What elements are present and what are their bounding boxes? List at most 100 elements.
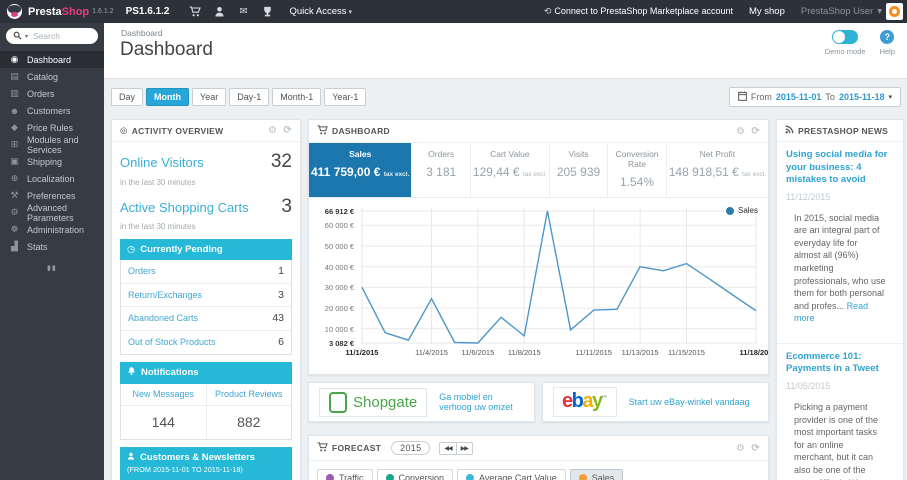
- sidebar-item-customers[interactable]: ☻ Customers: [0, 102, 104, 119]
- trophy-icon[interactable]: [255, 6, 279, 17]
- chart-y-axis: 66 912 € 60 000 € 50 000 € 40 000 € 30 000 €…: [309, 207, 358, 348]
- employees-icon[interactable]: [207, 6, 231, 17]
- help-button[interactable]: ?: [880, 30, 895, 44]
- search-icon: [13, 27, 22, 45]
- sidebar-item-localization[interactable]: ⊕ Localization: [0, 170, 104, 187]
- date-from-value: 2015-11-01: [775, 92, 822, 102]
- range-button-day[interactable]: Day: [111, 88, 144, 106]
- sales-chart-plot[interactable]: [361, 208, 757, 348]
- range-button-month[interactable]: Month: [146, 88, 190, 106]
- breadcrumb[interactable]: Dashboard: [121, 28, 163, 38]
- ebay-logo[interactable]: ebay™: [553, 387, 617, 417]
- online-visitors-count: 32: [270, 151, 292, 172]
- sidebar-item-shipping[interactable]: ▣ Shipping: [0, 153, 104, 170]
- x-axis-tick: 11/8/2015: [507, 348, 541, 357]
- pending-returns-link[interactable]: Return/Exchanges: [128, 289, 202, 302]
- mail-icon[interactable]: ✉: [231, 6, 255, 17]
- out-of-stock-link[interactable]: Out of Stock Products: [128, 336, 216, 349]
- sales-dot: [578, 474, 587, 480]
- activity-panel-header: ◎ ACTIVITY OVERVIEW ⚙ ⟳: [112, 120, 300, 142]
- sidebar-item-dashboard[interactable]: ◉ Dashboard: [0, 51, 104, 68]
- panel-tools: ⚙ ⟳: [736, 126, 760, 137]
- refresh-icon[interactable]: ⟳: [283, 125, 292, 136]
- ebay-letter: b: [571, 390, 584, 412]
- active-carts-subtitle: in the last 30 minutes: [120, 222, 196, 232]
- sidebar-item-advanced-parameters[interactable]: ⚙ Advanced Parameters: [0, 203, 104, 223]
- pending-orders-link[interactable]: Orders: [128, 265, 156, 278]
- range-button-year-1[interactable]: Year-1: [324, 88, 367, 106]
- caret-down-icon: ▾: [888, 94, 892, 101]
- refresh-icon[interactable]: ⟳: [751, 126, 760, 137]
- topbar: PrestaShop 1.6.1.2 PS1.6.1.2 ✉ Quick Acc…: [0, 0, 907, 23]
- marketplace-link[interactable]: ⟲ Connect to PrestaShop Marketplace accou…: [544, 6, 733, 17]
- sidebar-item-stats[interactable]: ▟ Stats: [0, 238, 104, 255]
- sidebar-item-price-rules[interactable]: ◆ Price Rules: [0, 119, 104, 136]
- forecast-panel-title: FORECAST: [332, 443, 382, 453]
- article-title-link[interactable]: Ecommerce 101: Payments in a Tweet: [786, 351, 894, 376]
- kpi-net-profit[interactable]: Net Profit 148 918,51 € tax excl.: [667, 143, 768, 197]
- y-axis-tick: 3 082 €: [328, 339, 354, 348]
- my-shop-link[interactable]: My shop: [749, 6, 785, 17]
- cart-icon[interactable]: [183, 6, 207, 17]
- sidebar: ▾ ◉ Dashboard ▤ Catalog ▥ Orders ☻ Customers…: [0, 23, 104, 480]
- legend-button-sales[interactable]: Sales: [569, 469, 624, 480]
- table-row: Orders 1: [121, 260, 291, 284]
- kpi-orders[interactable]: Orders 3 181: [412, 143, 471, 197]
- article-title-link[interactable]: Using social media for your business: 4 …: [786, 149, 894, 187]
- sidebar-item-orders[interactable]: ▥ Orders: [0, 85, 104, 102]
- online-visitors-row: Online Visitors 32: [120, 149, 292, 176]
- sidebar-item-label: Price Rules: [27, 122, 74, 133]
- active-carts-link[interactable]: Active Shopping Carts: [120, 199, 249, 217]
- cart-icon: [317, 442, 328, 454]
- abandoned-carts-value: 43: [272, 312, 284, 325]
- next-year-button[interactable]: ▶▶: [456, 441, 473, 455]
- forecast-panel: FORECAST 2015 ◀◀ ▶▶ ⚙ ⟳ Traffic Conversio…: [308, 435, 769, 480]
- shopgate-name: Shopgate: [353, 393, 418, 411]
- kpi-visits[interactable]: Visits 205 939: [550, 143, 609, 197]
- refresh-icon[interactable]: ⟳: [751, 443, 760, 454]
- ebay-letter: e: [562, 390, 573, 412]
- user-menu[interactable]: PrestaShop User ▾: [801, 3, 903, 20]
- new-messages-link[interactable]: New Messages: [121, 384, 206, 406]
- shopgate-link[interactable]: Ga mobiel en verhoog uw omzet: [439, 392, 524, 412]
- kpi-value: 1.54%: [619, 175, 655, 189]
- activity-panel-body: Online Visitors 32 in the last 30 minute…: [112, 142, 300, 480]
- date-from-label: From: [750, 92, 772, 102]
- kpi-value: 411 759,00 €: [311, 165, 381, 179]
- legend-button-average-cart-value[interactable]: Average Cart Value: [457, 469, 566, 480]
- range-button-year[interactable]: Year: [192, 88, 227, 106]
- kpi-conversion-rate[interactable]: Conversion Rate 1.54%: [608, 143, 667, 197]
- range-button-month-1[interactable]: Month-1: [272, 88, 322, 106]
- date-range-button[interactable]: From 2015-11-01 To 2015-11-18 ▾: [728, 87, 901, 107]
- sidebar-item-administration[interactable]: ☸ Administration: [0, 221, 104, 238]
- kpi-cart-value[interactable]: Cart Value 129,44 € tax excl.: [471, 143, 550, 197]
- online-visitors-subtitle: in the last 30 minutes: [120, 177, 196, 187]
- shopgate-logo[interactable]: Shopgate: [319, 387, 428, 417]
- sidebar-item-preferences[interactable]: ⚒ Preferences: [0, 187, 104, 204]
- quick-access-menu[interactable]: Quick Access ▾: [289, 6, 352, 17]
- legend-button-conversion[interactable]: Conversion: [376, 469, 454, 480]
- online-visitors-link[interactable]: Online Visitors: [120, 154, 204, 172]
- settings-icon[interactable]: ⚙: [736, 126, 745, 137]
- sidebar-item-catalog[interactable]: ▤ Catalog: [0, 68, 104, 85]
- kpi-sales[interactable]: Sales 411 759,00 € tax excl.: [309, 143, 413, 197]
- chart-x-axis: 11/1/2015 11/4/2015 11/6/2015 11/8/2015 11/1…: [346, 348, 768, 360]
- ebay-link[interactable]: Start uw eBay-winkel vandaag: [629, 397, 750, 407]
- legend-button-traffic[interactable]: Traffic: [317, 469, 373, 480]
- range-button-day-1[interactable]: Day-1: [229, 88, 270, 106]
- collapse-menu-icon[interactable]: ▮▮: [0, 264, 104, 272]
- demo-mode-toggle[interactable]: [832, 30, 859, 44]
- sidebar-item-modules-and-services[interactable]: ⊞ Modules and Services: [0, 135, 104, 155]
- kpi-label: Visits: [568, 149, 589, 159]
- search-input[interactable]: [31, 30, 88, 42]
- quick-access-label: Quick Access: [289, 6, 347, 17]
- product-reviews-link[interactable]: Product Reviews: [206, 384, 291, 406]
- sidebar-search[interactable]: ▾: [6, 28, 98, 44]
- settings-icon[interactable]: ⚙: [736, 443, 745, 454]
- page-actions: Demo mode ? Help: [825, 30, 895, 56]
- settings-icon[interactable]: ⚙: [268, 125, 277, 136]
- previous-year-button[interactable]: ◀◀: [439, 441, 457, 455]
- search-scope-caret-icon[interactable]: ▾: [25, 33, 28, 40]
- page-header: Dashboard Dashboard Demo mode ? Help: [104, 23, 907, 79]
- abandoned-carts-link[interactable]: Abandoned Carts: [128, 312, 198, 325]
